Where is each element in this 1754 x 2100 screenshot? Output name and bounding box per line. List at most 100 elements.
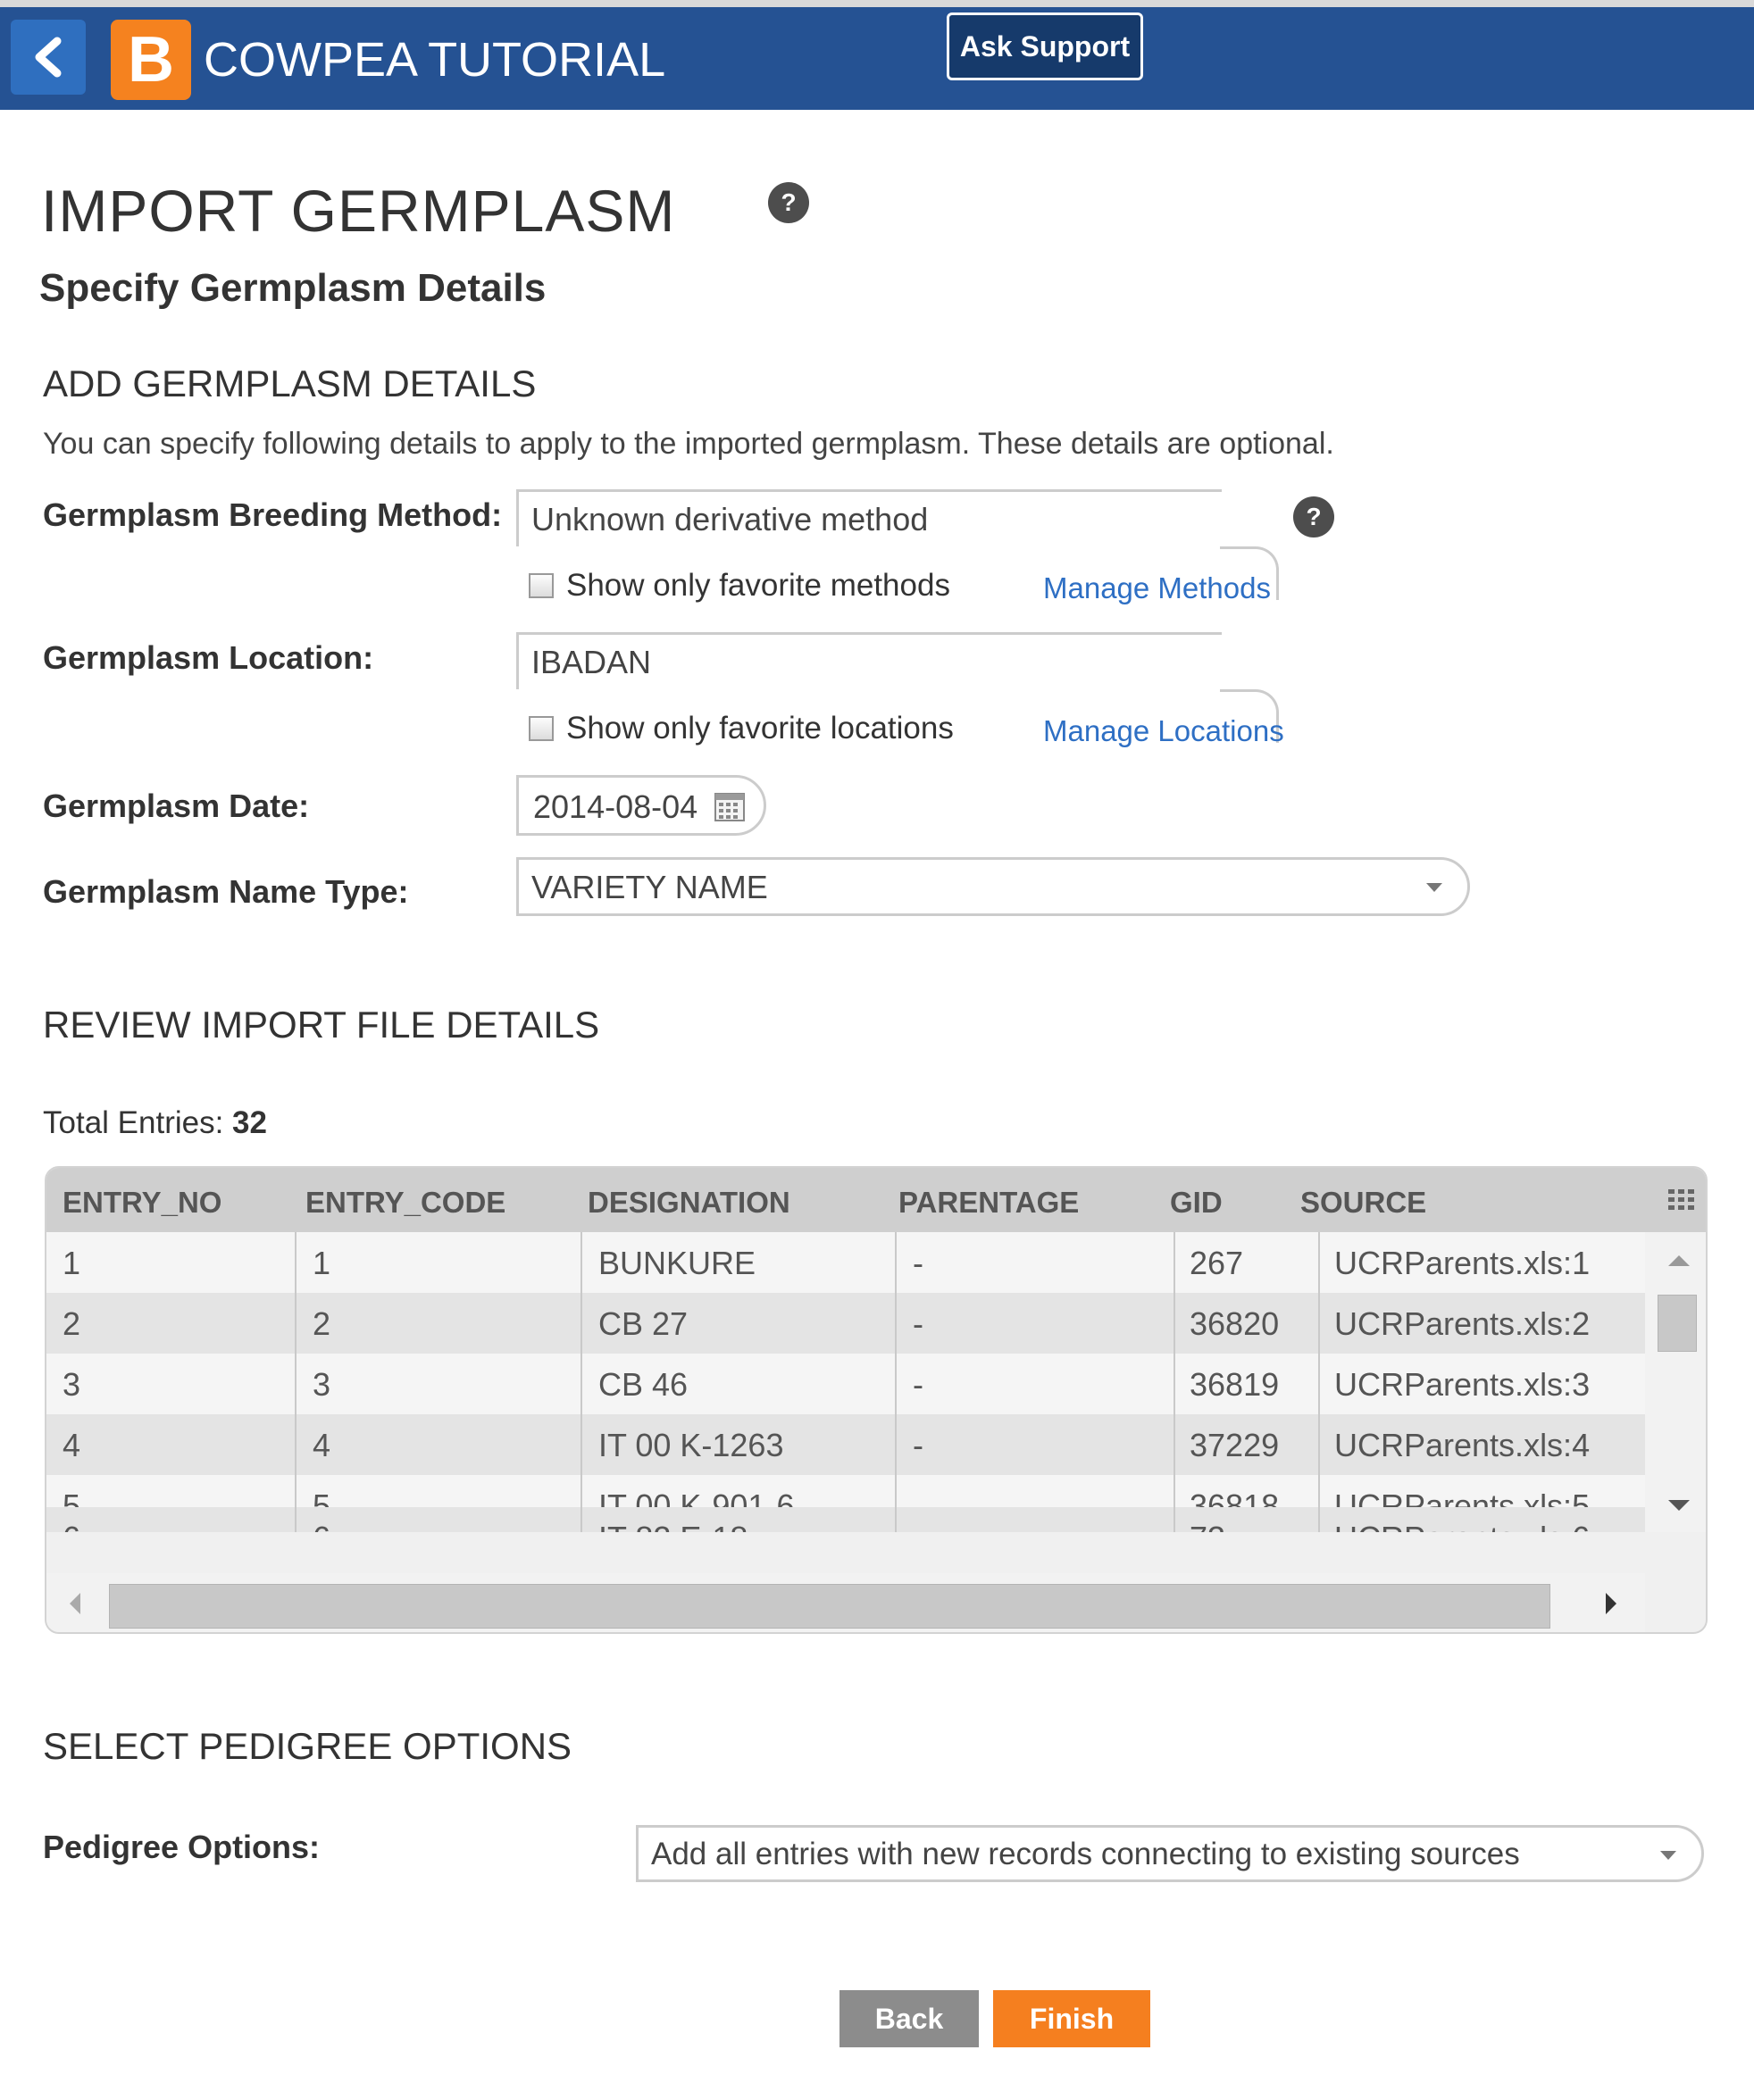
cell-designation: BUNKURE	[598, 1245, 756, 1281]
col-header-parentage[interactable]: PARENTAGE	[898, 1186, 1079, 1220]
pedigree-options-value: Add all entries with new records connect…	[651, 1837, 1520, 1871]
favorite-methods-checkbox[interactable]	[529, 573, 554, 598]
table-row-partial[interactable]: 6 6 IT 82 E-18 - 73 UCRParents.xls:6	[46, 1507, 1645, 1532]
location-label: Germplasm Location:	[43, 639, 374, 676]
col-header-source[interactable]: SOURCE	[1300, 1186, 1426, 1220]
finish-button[interactable]: Finish	[993, 1990, 1150, 2047]
table-body: 1 1 BUNKURE - 267 UCRParents.xls:1 2 2 C…	[46, 1232, 1645, 1532]
table-row[interactable]: 3 3 CB 46 - 36819 UCRParents.xls:3	[46, 1354, 1645, 1414]
favorite-locations-label: Show only favorite locations	[566, 711, 954, 746]
column-picker-icon[interactable]	[1668, 1189, 1695, 1211]
top-bar: B COWPEA TUTORIAL Ask Support	[0, 0, 1754, 110]
cell-designation: CB 27	[598, 1305, 689, 1342]
pedigree-options-select[interactable]: Add all entries with new records connect…	[636, 1825, 1704, 1882]
column-divider[interactable]	[1318, 1232, 1320, 1532]
cell-source: UCRParents.xls:2	[1334, 1305, 1591, 1342]
chevron-down-icon	[1426, 883, 1442, 892]
pedigree-options-label: Pedigree Options:	[43, 1829, 321, 1865]
calendar-icon[interactable]	[714, 790, 746, 822]
cell-parentage: -	[913, 1520, 923, 1532]
name-type-label: Germplasm Name Type:	[43, 873, 409, 910]
back-button[interactable]: Back	[839, 1990, 979, 2047]
cell-gid: 36820	[1190, 1305, 1280, 1342]
col-header-gid[interactable]: GID	[1170, 1186, 1223, 1220]
date-label: Germplasm Date:	[43, 788, 310, 824]
horizontal-scrollbar[interactable]	[46, 1573, 1645, 1632]
app-title: COWPEA TUTORIAL	[204, 33, 666, 87]
cell-parentage: -	[913, 1366, 923, 1403]
favorite-methods-option[interactable]: Show only favorite methods	[529, 568, 950, 604]
cell-parentage: -	[913, 1305, 923, 1342]
date-field[interactable]: 2014-08-04	[516, 775, 766, 836]
cell-entry-no: 4	[63, 1427, 81, 1463]
col-header-entry-no[interactable]: ENTRY_NO	[63, 1186, 221, 1220]
cell-gid: 37229	[1190, 1427, 1280, 1463]
help-icon[interactable]: ?	[768, 182, 809, 223]
cell-parentage: -	[913, 1245, 923, 1281]
cell-entry-code: 6	[313, 1520, 330, 1532]
column-divider[interactable]	[895, 1232, 897, 1532]
cell-source: UCRParents.xls:4	[1334, 1427, 1591, 1463]
germplasm-table: ENTRY_NO ENTRY_CODE DESIGNATION PARENTAG…	[45, 1166, 1708, 1634]
cell-source: UCRParents.xls:3	[1334, 1366, 1591, 1403]
name-type-select[interactable]: VARIETY NAME	[516, 857, 1470, 916]
favorite-locations-checkbox[interactable]	[529, 716, 554, 741]
cell-gid: 36819	[1190, 1366, 1280, 1403]
section-description: You can specify following details to app…	[43, 427, 1334, 461]
page-title: IMPORT GERMPLASM	[41, 178, 676, 244]
section-title-pedigree: SELECT PEDIGREE OPTIONS	[43, 1725, 572, 1767]
date-input[interactable]: 2014-08-04	[533, 788, 697, 826]
cell-source: UCRParents.xls:1	[1334, 1245, 1591, 1281]
ask-support-button[interactable]: Ask Support	[947, 12, 1143, 80]
cell-entry-code: 1	[313, 1245, 331, 1281]
breeding-method-input[interactable]: Unknown derivative method	[516, 489, 1222, 546]
col-header-entry-code[interactable]: ENTRY_CODE	[305, 1186, 505, 1220]
total-entries-count: 32	[232, 1105, 267, 1140]
column-divider[interactable]	[295, 1232, 297, 1532]
scroll-up-icon[interactable]	[1668, 1255, 1690, 1266]
cell-entry-code: 2	[313, 1305, 331, 1342]
total-entries-label: Total Entries:	[43, 1105, 224, 1140]
name-type-value: VARIETY NAME	[531, 869, 768, 905]
table-row[interactable]: 2 2 CB 27 - 36820 UCRParents.xls:2	[46, 1293, 1645, 1354]
cell-designation: IT 82 E-18	[598, 1520, 748, 1532]
cell-parentage: -	[913, 1427, 923, 1463]
cell-gid: 73	[1190, 1520, 1225, 1532]
cell-entry-code: 3	[313, 1366, 331, 1403]
back-nav-button[interactable]	[11, 20, 86, 95]
page-subtitle: Specify Germplasm Details	[39, 266, 547, 310]
cell-entry-code: 4	[313, 1427, 331, 1463]
column-divider[interactable]	[580, 1232, 582, 1532]
favorite-methods-label: Show only favorite methods	[566, 568, 950, 603]
section-title-add-details: ADD GERMPLASM DETAILS	[43, 362, 537, 404]
vertical-scrollbar[interactable]	[1645, 1232, 1706, 1532]
table-row[interactable]: 4 4 IT 00 K-1263 - 37229 UCRParents.xls:…	[46, 1414, 1645, 1475]
cell-designation: IT 00 K-1263	[598, 1427, 784, 1463]
scroll-down-icon[interactable]	[1668, 1500, 1690, 1511]
chevron-left-icon	[35, 37, 62, 78]
cell-entry-no: 2	[63, 1305, 81, 1342]
scroll-left-icon[interactable]	[70, 1593, 80, 1614]
manage-locations-link[interactable]: Manage Locations	[1043, 714, 1284, 748]
table-row[interactable]: 1 1 BUNKURE - 267 UCRParents.xls:1	[46, 1232, 1645, 1293]
location-input[interactable]: IBADAN	[516, 632, 1222, 689]
app-logo: B	[111, 20, 191, 100]
cell-designation: CB 46	[598, 1366, 689, 1403]
col-header-designation[interactable]: DESIGNATION	[588, 1186, 790, 1220]
favorite-locations-option[interactable]: Show only favorite locations	[529, 711, 954, 746]
chevron-down-icon	[1660, 1851, 1676, 1860]
column-divider[interactable]	[1174, 1232, 1175, 1532]
total-entries: Total Entries: 32	[43, 1105, 267, 1141]
horizontal-scroll-thumb[interactable]	[109, 1584, 1550, 1629]
manage-methods-link[interactable]: Manage Methods	[1043, 571, 1271, 605]
cell-entry-no: 6	[63, 1520, 80, 1532]
breeding-method-help-icon[interactable]: ?	[1293, 496, 1334, 538]
cell-gid: 267	[1190, 1245, 1244, 1281]
section-title-review: REVIEW IMPORT FILE DETAILS	[43, 1004, 600, 1046]
breeding-method-label: Germplasm Breeding Method:	[43, 496, 503, 533]
cell-entry-no: 1	[63, 1245, 81, 1281]
cell-source: UCRParents.xls:6	[1334, 1520, 1590, 1532]
scroll-right-icon[interactable]	[1606, 1593, 1616, 1614]
cell-entry-no: 3	[63, 1366, 81, 1403]
vertical-scroll-thumb[interactable]	[1658, 1295, 1697, 1352]
